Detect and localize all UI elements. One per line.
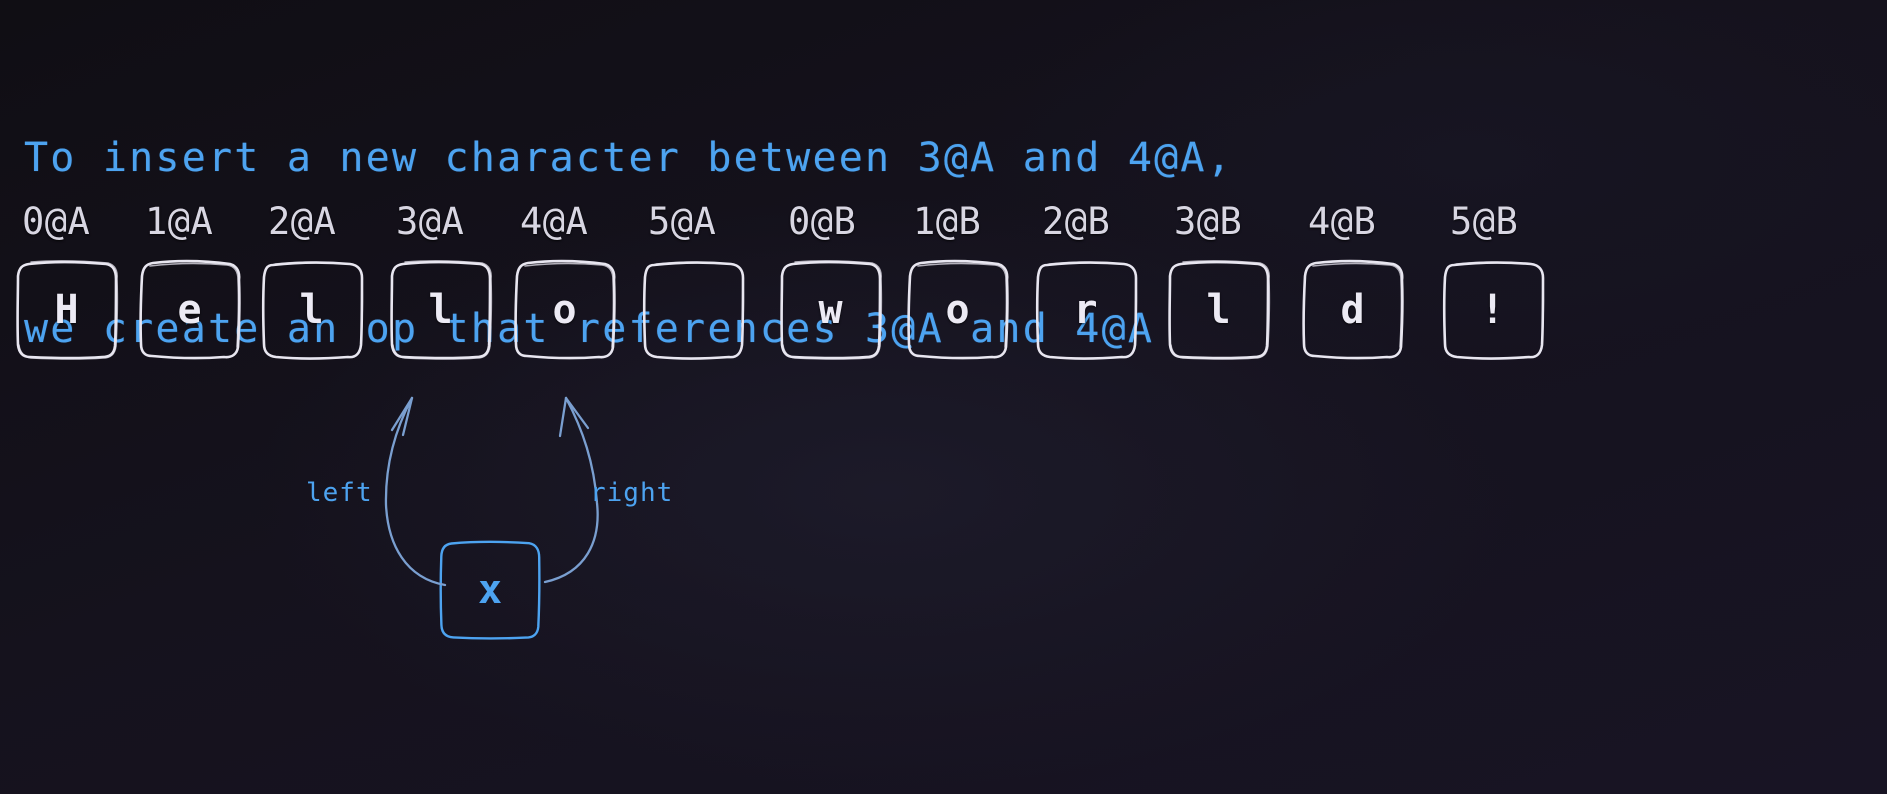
cell-character [640,258,746,362]
character-cell[interactable]: o [512,258,618,362]
character-cell[interactable]: e [137,258,243,362]
heading-line-1: To insert a new character between 3@A an… [24,135,1233,181]
character-cell[interactable]: H [14,258,120,362]
character-cell[interactable]: r [1033,258,1139,362]
character-cell[interactable]: l [388,258,494,362]
cell-id-label: 2@A [268,200,337,243]
op-node-x[interactable]: x [437,538,543,642]
cell-character: o [552,287,578,333]
character-cell[interactable]: o [905,258,1011,362]
edge-label-left: left [306,478,373,508]
cell-id-label: 3@A [396,200,465,243]
op-node-label: x [477,567,503,613]
cell-character: l [1206,287,1232,333]
cell-id-label: 0@B [788,200,857,243]
cell-character: r [1073,287,1099,333]
character-cell[interactable]: d [1300,258,1406,362]
cell-character: l [299,287,325,333]
cell-character: e [177,287,203,333]
cell-character: ! [1480,287,1506,333]
cell-id-label: 5@A [648,200,717,243]
cell-id-label: 1@B [913,200,982,243]
character-cell[interactable]: l [1166,258,1272,362]
character-cell[interactable]: l [259,258,365,362]
cell-character: l [428,287,454,333]
cell-character: o [945,287,971,333]
cell-character: d [1340,287,1366,333]
cell-id-label: 0@A [22,200,91,243]
cell-id-label: 2@B [1042,200,1111,243]
character-cell[interactable] [640,258,746,362]
cell-id-label: 4@A [520,200,589,243]
diagram-canvas: To insert a new character between 3@A an… [0,0,1887,794]
character-cell[interactable]: ! [1440,258,1546,362]
cell-id-label: 5@B [1450,200,1519,243]
character-cell[interactable]: w [778,258,884,362]
edge-label-right: right [590,478,674,508]
page-title: To insert a new character between 3@A an… [24,16,1233,472]
cell-id-label: 3@B [1174,200,1243,243]
cell-character: H [54,287,80,333]
cell-id-label: 1@A [145,200,214,243]
cell-id-label: 4@B [1308,200,1377,243]
cell-character: w [818,287,844,333]
